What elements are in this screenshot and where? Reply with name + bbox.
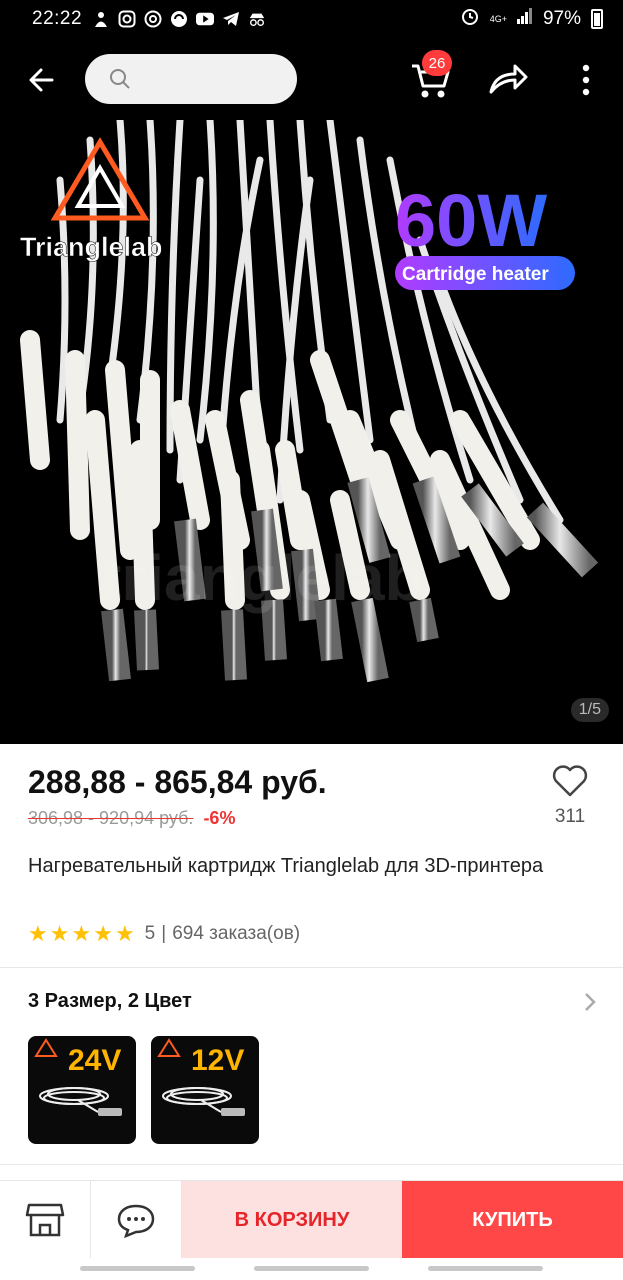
cart-count-badge: 26 bbox=[422, 50, 452, 76]
more-options-button[interactable] bbox=[574, 62, 598, 98]
instagram-icon bbox=[118, 10, 136, 28]
notification-icons bbox=[92, 10, 266, 28]
variant-thumb-24v[interactable]: 24V bbox=[28, 1036, 136, 1144]
orders-count: 694 заказа(ов) bbox=[172, 923, 301, 944]
star-icon: ★ bbox=[114, 921, 135, 946]
rating-value: 5 bbox=[144, 923, 156, 944]
star-icon: ★ bbox=[93, 921, 113, 946]
alarm-icon bbox=[460, 6, 480, 32]
share-icon bbox=[489, 64, 528, 94]
divider bbox=[0, 1164, 623, 1165]
variant-label: 12V bbox=[191, 1044, 244, 1077]
separator: | bbox=[161, 923, 167, 944]
headline-text: 60W bbox=[395, 179, 547, 262]
subheadline-text: Cartridge heater bbox=[402, 264, 549, 285]
variant-image: 12V bbox=[157, 1038, 245, 1116]
add-to-cart-button[interactable]: В КОРЗИНУ bbox=[182, 1181, 402, 1259]
chat-icon bbox=[117, 1204, 155, 1238]
more-vertical-icon bbox=[582, 64, 590, 96]
old-price-row: 306,98 - 920,94 руб. -6% bbox=[28, 808, 235, 829]
notification-icon bbox=[92, 10, 110, 28]
status-bar: 22:22 4G+ 97% bbox=[0, 0, 623, 38]
back-button[interactable] bbox=[22, 60, 62, 100]
nav-home[interactable] bbox=[254, 1266, 369, 1271]
telegram-icon bbox=[222, 10, 240, 28]
network-type: 4G+ bbox=[489, 13, 507, 24]
variant-label: 24V bbox=[68, 1044, 121, 1077]
store-icon bbox=[25, 1203, 65, 1237]
at-icon bbox=[144, 10, 162, 28]
product-title: Нагревательный картридж Trianglelab для … bbox=[28, 855, 544, 877]
search-icon bbox=[110, 69, 130, 89]
store-button[interactable] bbox=[0, 1181, 91, 1259]
star-icon: ★ bbox=[28, 921, 48, 946]
nav-back[interactable] bbox=[428, 1266, 543, 1271]
bottom-action-bar: В КОРЗИНУ КУПИТЬ bbox=[0, 1180, 623, 1259]
gallery-page-indicator: 1/5 bbox=[570, 698, 609, 722]
battery-icon bbox=[591, 9, 603, 29]
product-image-gallery[interactable]: trianglelab Trianglelab 60W Cartridge he… bbox=[0, 120, 623, 744]
top-app-bar: 26 bbox=[0, 38, 623, 120]
variant-thumb-12v[interactable]: 12V bbox=[151, 1036, 259, 1144]
favorite-count: 311 bbox=[554, 806, 586, 827]
star-icon: ★ bbox=[49, 921, 70, 946]
old-price: 306,98 - 920,94 руб. bbox=[28, 808, 194, 828]
app-icon bbox=[170, 10, 188, 28]
heart-icon bbox=[552, 765, 588, 797]
variants-title[interactable]: 3 Размер, 2 Цвет bbox=[28, 990, 192, 1013]
system-icons: 4G+ 97% bbox=[460, 6, 603, 32]
star-icon: ★ bbox=[71, 921, 92, 946]
discount-badge: -6% bbox=[203, 808, 236, 828]
share-button[interactable] bbox=[487, 62, 529, 98]
divider bbox=[0, 967, 623, 968]
buy-now-button[interactable]: КУПИТЬ bbox=[402, 1181, 623, 1259]
battery-percent: 97% bbox=[542, 8, 581, 29]
product-photo: trianglelab Trianglelab 60W Cartridge he… bbox=[0, 120, 623, 744]
search-input[interactable] bbox=[85, 54, 297, 104]
signal-icon bbox=[516, 7, 533, 31]
youtube-icon bbox=[196, 10, 215, 28]
back-arrow-icon bbox=[29, 68, 54, 92]
status-time: 22:22 bbox=[32, 8, 83, 29]
rating-stars: ★ ★ ★ ★ ★ bbox=[28, 923, 135, 945]
watermark-text: trianglelab bbox=[100, 542, 424, 614]
variant-image: 24V bbox=[34, 1038, 122, 1116]
nav-recent[interactable] bbox=[80, 1266, 195, 1271]
chat-button[interactable] bbox=[91, 1181, 182, 1259]
price-range: 288,88 - 865,84 руб. bbox=[28, 764, 327, 800]
system-nav-bar bbox=[0, 1258, 623, 1280]
brand-name: Trianglelab bbox=[20, 232, 163, 262]
rating-row[interactable]: ★ ★ ★ ★ ★ 5 | 694 заказа(ов) bbox=[28, 923, 300, 945]
incognito-icon bbox=[248, 10, 266, 28]
chevron-right-icon[interactable] bbox=[582, 990, 598, 1014]
